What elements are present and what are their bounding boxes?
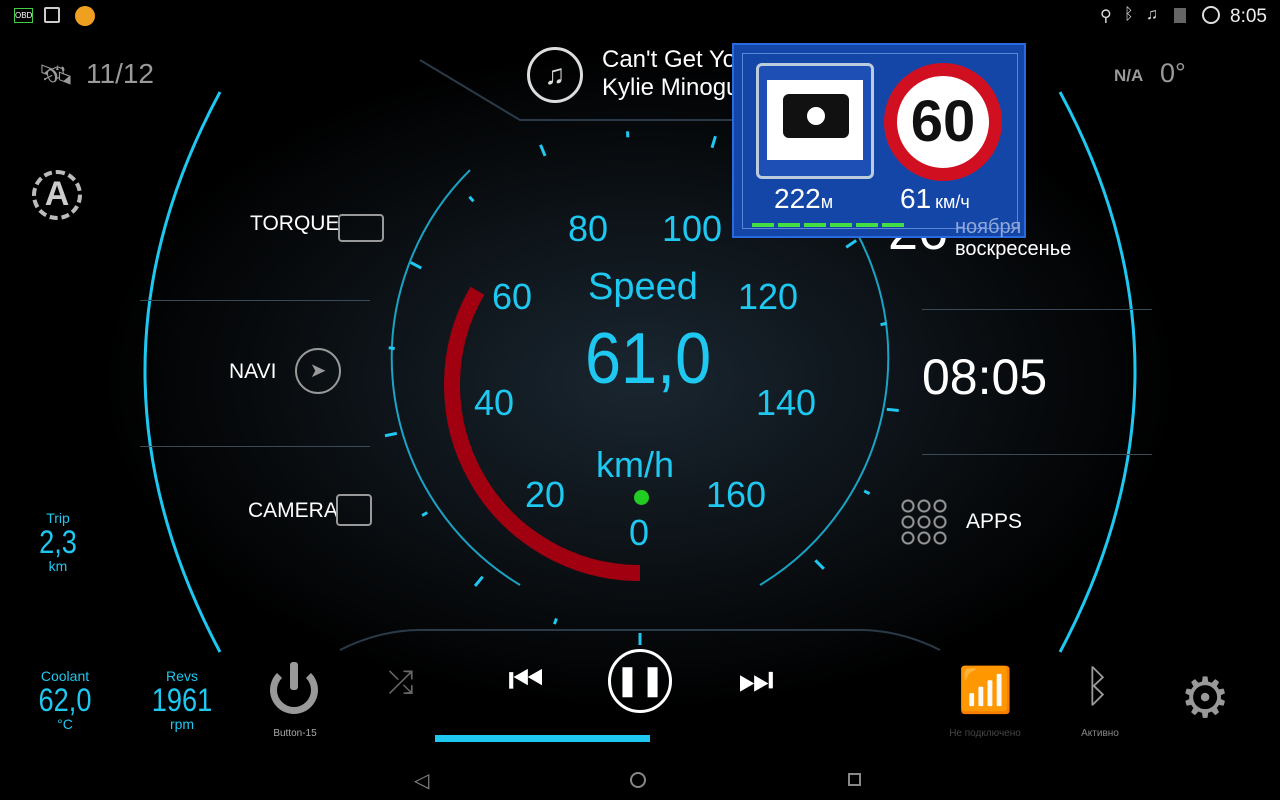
obd-status-dot	[634, 490, 649, 505]
gears-icon: ⚙	[1180, 666, 1231, 729]
revs-stat: Revs 1961 rpm	[151, 668, 213, 732]
tick-label-0: 0	[629, 512, 650, 553]
tick-label-140: 140	[756, 382, 817, 423]
apps-grid-icon	[900, 498, 948, 546]
navigation-icon: ➤	[295, 348, 341, 394]
engine-icon	[338, 214, 384, 242]
wifi-button[interactable]: 📶 Не подключено	[940, 660, 1030, 744]
nav-recents-button[interactable]	[848, 773, 861, 786]
auto-brightness-button[interactable]: A	[22, 160, 92, 230]
next-track-button[interactable]: ⏭	[738, 658, 774, 703]
bluetooth-toggle-icon: ᛒ	[1084, 662, 1111, 711]
video-camera-icon	[336, 494, 372, 526]
weather-temperature: 0°	[1160, 58, 1186, 88]
divider	[140, 446, 370, 447]
speed-limit-sign: 60	[884, 63, 1002, 181]
speed-value: 61,0	[585, 319, 712, 399]
navi-button[interactable]: NAVI ➤	[229, 348, 349, 396]
wifi-icon: 📶	[958, 666, 1013, 715]
camera-button[interactable]: CAMERA	[248, 494, 388, 528]
tick-label-40: 40	[474, 382, 515, 423]
settings-button[interactable]: ⚙	[1180, 668, 1230, 728]
weather-condition: N/A	[1114, 66, 1144, 85]
tick-label-160: 160	[706, 474, 767, 515]
camera-sign	[756, 63, 874, 179]
tick-label-120: 120	[738, 276, 799, 317]
speed-label: Speed	[588, 266, 698, 308]
tick-label-60: 60	[492, 276, 533, 317]
coolant-stat: Coolant 62,0 °C	[38, 668, 92, 732]
media-progress[interactable]	[435, 735, 650, 742]
divider	[922, 454, 1152, 455]
date-month: ноября	[955, 216, 1022, 238]
music-icon[interactable]: ♫	[527, 47, 583, 103]
satellite-icon: 🛰	[38, 59, 74, 90]
pause-button[interactable]: ❚❚	[608, 649, 672, 713]
divider	[140, 300, 370, 301]
nav-back-button[interactable]: ◁	[414, 768, 429, 793]
track-title: Can't Get You	[602, 46, 750, 73]
gauge-tick	[880, 321, 887, 327]
distance-bar	[752, 223, 908, 227]
torque-button[interactable]: TORQUE	[250, 212, 390, 246]
gauge-tick	[388, 346, 395, 351]
tick-label-100: 100	[662, 208, 723, 249]
nav-home-button[interactable]	[630, 772, 646, 788]
track-artist: Kylie Minogue	[602, 74, 753, 101]
date-weekday: воскресенье	[955, 238, 1072, 260]
speed-camera-alert[interactable]: 60 222м 61 км/ч	[732, 43, 1026, 238]
trip-stat: Trip 2,3 km	[39, 510, 77, 574]
gps-satellites: 11/12	[86, 58, 154, 89]
tick-label-20: 20	[525, 474, 566, 515]
bluetooth-button[interactable]: ᛒ Активно	[1070, 660, 1130, 744]
apps-button[interactable]: APPS	[900, 498, 1040, 546]
speed-unit: km/h	[596, 444, 675, 485]
clock: 08:05	[922, 349, 1048, 405]
gauge-tick	[886, 407, 899, 412]
previous-track-button[interactable]: ⏮	[508, 658, 544, 703]
camera-distance: 222	[774, 183, 821, 214]
gauge-tick	[553, 617, 558, 625]
shuffle-button[interactable]: ⤮	[388, 664, 414, 702]
divider	[922, 309, 1152, 310]
power-button[interactable]: Button-15	[260, 660, 330, 744]
tick-label-80: 80	[568, 208, 609, 249]
current-speed: 61	[900, 183, 932, 214]
